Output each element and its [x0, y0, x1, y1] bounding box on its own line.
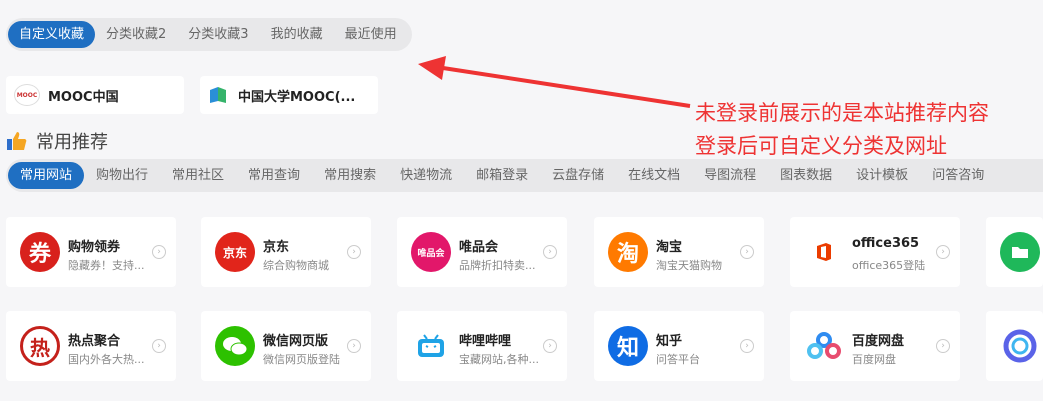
annotation-arrow-icon: [418, 56, 691, 108]
annotation-line-2: 登录后可自定义分类及网址: [695, 134, 947, 158]
annotation-line-1: 未登录前展示的是本站推荐内容: [695, 101, 989, 125]
